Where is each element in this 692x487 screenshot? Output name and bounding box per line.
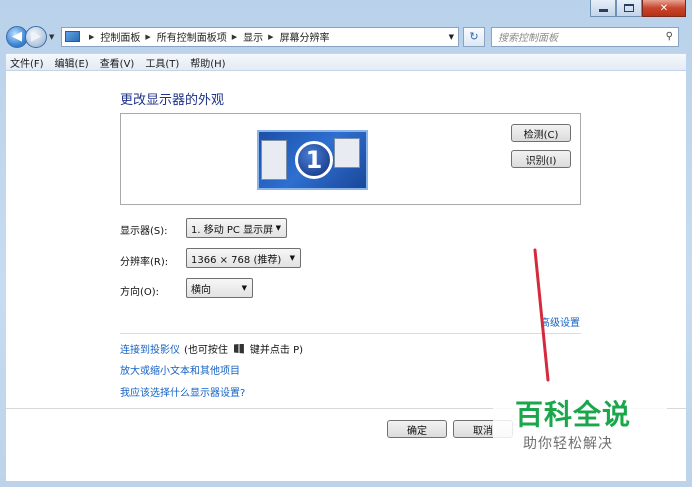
orientation-select-value: 横向 <box>191 284 211 296</box>
display-select-value: 1. 移动 PC 显示屏 <box>191 224 274 236</box>
monitor-number-badge: 1 <box>295 141 333 179</box>
navigation-bar: ◀ ▶ ▼ ▶ 控制面板 ▶ 所有控制面板项 ▶ 显示 ▶ 屏幕分辨率 ▼ ↻ … <box>6 24 686 49</box>
maximize-icon <box>624 4 634 12</box>
resolution-select-value: 1366 × 768 (推荐) <box>191 254 282 266</box>
orientation-select[interactable]: 横向 ▼ <box>186 278 253 298</box>
breadcrumb-chevron-icon[interactable]: ▶ <box>268 33 273 41</box>
chevron-down-icon: ▼ <box>241 284 247 292</box>
search-placeholder: 搜索控制面板 <box>498 33 558 44</box>
advanced-settings-link[interactable]: 高级设置 <box>540 314 580 329</box>
breadcrumb-item-screen-resolution[interactable]: 屏幕分辨率 <box>280 29 330 44</box>
menu-tools[interactable]: 工具(T) <box>145 55 179 70</box>
minimize-button[interactable] <box>590 0 616 17</box>
close-button[interactable]: ✕ <box>642 0 686 17</box>
breadcrumb-item-control-panel[interactable]: 控制面板 <box>100 29 140 44</box>
search-input[interactable]: 搜索控制面板 ⚲ <box>491 26 679 47</box>
projector-hint-after: 键并点击 P) <box>249 345 304 356</box>
ok-button[interactable]: 确定 <box>387 420 447 438</box>
watermark: 百科全说 助你轻松解决 <box>493 385 667 463</box>
address-dropdown-icon[interactable]: ▼ <box>449 33 454 41</box>
which-settings-link[interactable]: 我应该选择什么显示器设置? <box>120 384 245 399</box>
breadcrumb: ▶ 控制面板 ▶ 所有控制面板项 ▶ 显示 ▶ 屏幕分辨率 <box>84 29 330 45</box>
close-icon: ✕ <box>659 2 669 14</box>
windows-key-icon <box>233 343 244 354</box>
refresh-icon: ↻ <box>469 30 479 43</box>
breadcrumb-chevron-icon[interactable]: ▶ <box>145 33 150 41</box>
maximize-button[interactable] <box>616 0 642 17</box>
section-divider <box>120 333 581 334</box>
window-thumbnail-icon <box>261 140 287 180</box>
breadcrumb-chevron-icon[interactable]: ▶ <box>232 33 237 41</box>
page-title: 更改显示器的外观 <box>120 93 225 108</box>
refresh-button[interactable]: ↻ <box>463 26 485 47</box>
control-panel-icon <box>65 31 80 42</box>
text-size-link[interactable]: 放大或缩小文本和其他项目 <box>120 362 240 377</box>
projector-hint-before: (也可按住 <box>184 345 228 356</box>
menu-view[interactable]: 查看(V) <box>100 55 135 70</box>
monitor-1-thumbnail[interactable]: 1 <box>257 130 368 190</box>
resolution-select[interactable]: 1366 × 768 (推荐) ▼ <box>186 248 301 268</box>
chevron-down-icon: ▼ <box>289 254 295 262</box>
identify-button[interactable]: 识别(I) <box>511 150 571 168</box>
forward-arrow-icon: ▶ <box>31 29 41 44</box>
display-select[interactable]: 1. 移动 PC 显示屏 ▼ <box>186 218 287 238</box>
menu-edit[interactable]: 编辑(E) <box>55 55 89 70</box>
window-thumbnail-icon <box>334 138 360 168</box>
resolution-label: 分辨率(R): <box>120 257 169 268</box>
chevron-down-icon: ▼ <box>275 224 281 232</box>
search-icon[interactable]: ⚲ <box>666 31 673 42</box>
menu-file[interactable]: 文件(F) <box>10 55 44 70</box>
orientation-label: 方向(O): <box>120 287 160 298</box>
detect-button[interactable]: 检测(C) <box>511 124 571 142</box>
connect-projector-link[interactable]: 连接到投影仪 <box>120 341 180 356</box>
address-bar[interactable]: ▶ 控制面板 ▶ 所有控制面板项 ▶ 显示 ▶ 屏幕分辨率 ▼ <box>61 26 459 47</box>
forward-button[interactable]: ▶ <box>25 25 47 48</box>
menu-help[interactable]: 帮助(H) <box>190 55 225 70</box>
back-arrow-icon: ◀ <box>12 29 22 44</box>
minimize-icon <box>598 9 608 12</box>
display-label: 显示器(S): <box>120 226 168 237</box>
recent-pages-dropdown-icon[interactable]: ▼ <box>49 33 57 41</box>
window-caption-buttons: ✕ <box>590 0 686 18</box>
watermark-title: 百科全说 <box>515 398 632 431</box>
breadcrumb-item-all-items[interactable]: 所有控制面板项 <box>157 29 227 44</box>
breadcrumb-item-display[interactable]: 显示 <box>243 29 263 44</box>
monitor-preview-panel: 1 检测(C) 识别(I) <box>120 113 581 205</box>
projector-hint: (也可按住 键并点击 P) <box>184 341 303 356</box>
watermark-subtitle: 助你轻松解决 <box>523 436 613 452</box>
projector-row: 连接到投影仪 (也可按住 键并点击 P) <box>120 341 303 356</box>
menu-bar: 文件(F) 编辑(E) 查看(V) 工具(T) 帮助(H) <box>6 53 686 71</box>
breadcrumb-chevron-icon[interactable]: ▶ <box>89 33 94 41</box>
